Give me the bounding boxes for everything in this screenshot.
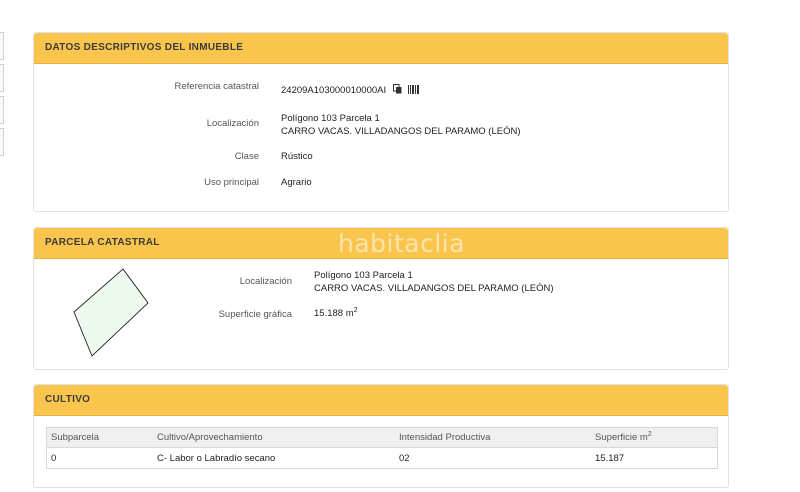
col-area: Superficie m2 bbox=[591, 427, 718, 448]
side-tab[interactable] bbox=[0, 64, 4, 92]
parcel-shape bbox=[73, 268, 149, 357]
location-value: Polígono 103 Parcela 1 CARRO VACAS. VILL… bbox=[281, 112, 521, 138]
parcel-location-value: Polígono 103 Parcela 1 CARRO VACAS. VILL… bbox=[314, 269, 554, 295]
table-row: 0 C- Labor o Labradío secano 02 15.187 bbox=[46, 447, 718, 469]
crop-panel: CULTIVO Subparcela Cultivo/Aprovechamien… bbox=[33, 384, 729, 488]
main-use-value: Agrario bbox=[281, 177, 312, 188]
cell-crop: C- Labor o Labradío secano bbox=[153, 447, 395, 469]
panel-title: CULTIVO bbox=[34, 385, 728, 416]
barcode-icon[interactable] bbox=[408, 84, 420, 97]
watermark: habitaclia bbox=[338, 229, 466, 258]
col-crop: Cultivo/Aprovechamiento bbox=[153, 427, 395, 448]
graphic-area-number: 15.188 m bbox=[314, 308, 354, 320]
property-description-panel: DATOS DESCRIPTIVOS DEL INMUEBLE Referenc… bbox=[33, 32, 729, 212]
location-label: Localización bbox=[206, 118, 259, 129]
class-value: Rústico bbox=[281, 151, 313, 162]
cadastral-reference-value: 24209A103000010000AI bbox=[281, 85, 387, 97]
main-use-label: Uso principal bbox=[204, 177, 259, 188]
cell-subparcel: 0 bbox=[46, 447, 153, 469]
col-area-label: Superficie m bbox=[595, 432, 648, 444]
location-line-1: Polígono 103 Parcela 1 bbox=[281, 113, 380, 124]
parcel-location-label: Localización bbox=[239, 276, 292, 287]
parcel-location-line-1: Polígono 103 Parcela 1 bbox=[314, 270, 413, 281]
copy-icon[interactable] bbox=[392, 84, 402, 97]
cadastral-reference-label: Referencia catastral bbox=[174, 81, 259, 92]
side-tabs bbox=[0, 32, 4, 160]
unit-exponent: 2 bbox=[647, 431, 652, 439]
side-tab[interactable] bbox=[0, 32, 4, 60]
unit-exponent: 2 bbox=[353, 307, 358, 314]
location-line-2: CARRO VACAS. VILLADANGOS DEL PARAMO (LEÓ… bbox=[281, 126, 521, 137]
side-tab[interactable] bbox=[0, 96, 4, 124]
cell-area: 15.187 bbox=[591, 447, 718, 469]
col-subparcel: Subparcela bbox=[46, 427, 153, 448]
cadastral-reference: 24209A103000010000AI bbox=[281, 84, 420, 97]
side-tab[interactable] bbox=[0, 128, 4, 156]
panel-title: DATOS DESCRIPTIVOS DEL INMUEBLE bbox=[34, 33, 728, 64]
cell-intensity: 02 bbox=[395, 447, 591, 469]
col-intensity: Intensidad Productiva bbox=[395, 427, 591, 448]
class-label: Clase bbox=[234, 151, 259, 162]
parcel-location-line-2: CARRO VACAS. VILLADANGOS DEL PARAMO (LEÓ… bbox=[314, 283, 554, 294]
crop-table: Subparcela Cultivo/Aprovechamiento Inten… bbox=[46, 427, 718, 469]
graphic-area-label: Superficie gráfica bbox=[218, 309, 292, 320]
graphic-area-value: 15.188 m2 bbox=[314, 307, 358, 319]
table-header-row: Subparcela Cultivo/Aprovechamiento Inten… bbox=[46, 427, 718, 448]
